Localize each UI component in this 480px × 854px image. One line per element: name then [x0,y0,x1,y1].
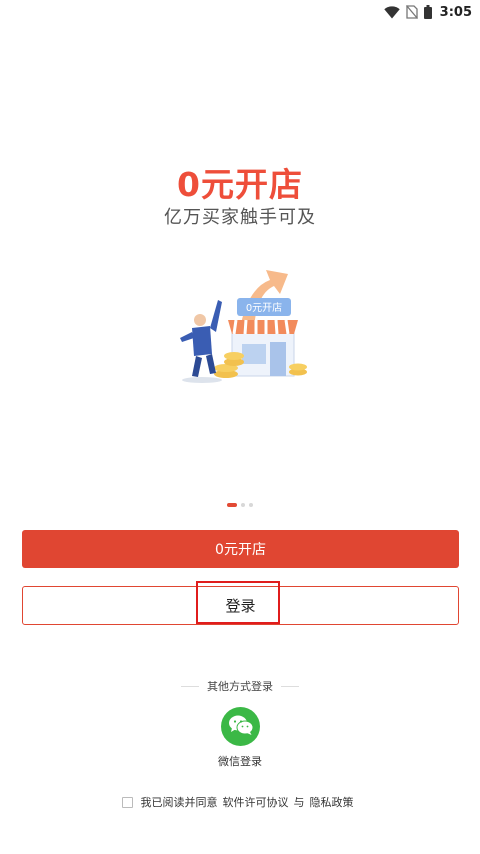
other-login-title: 其他方式登录 [207,680,273,693]
hero-subtitle: 亿万买家触手可及 [164,207,316,228]
agreement-row: 我已阅读并同意 软件许可协议 与 隐私政策 [0,794,480,810]
divider-right [281,685,299,687]
login-button[interactable]: 登录 [22,586,459,625]
store-sign-text: 0元开店 [246,301,282,314]
pager-dot-active[interactable] [227,503,237,507]
wechat-login-label: 微信登录 [218,755,262,768]
login-label: 登录 [225,597,256,615]
other-login-header: 其他方式登录 [0,678,480,694]
license-link[interactable]: 软件许可协议 [223,794,289,810]
status-time: 3:05 [439,4,472,20]
wifi-icon [383,5,400,19]
hero-title: 0元开店 [177,165,303,204]
open-store-label: 0元开店 [215,542,266,558]
divider-left [181,685,199,687]
open-store-button[interactable]: 0元开店 [22,530,459,568]
pager-dot[interactable] [249,503,253,507]
wechat-login-button[interactable] [221,707,260,746]
no-sim-icon [405,5,418,19]
wechat-icon [228,714,254,740]
agreement-checkbox[interactable] [121,796,133,808]
privacy-link[interactable]: 隐私政策 [310,794,354,810]
status-bar: 3:05 [0,0,480,24]
agreement-prefix: 我已阅读并同意 [140,796,218,809]
carousel-pager [0,503,480,507]
store-illustration: 0元开店 [170,258,320,388]
battery-icon [423,5,432,19]
pager-dot[interactable] [241,503,245,507]
agreement-joiner: 与 [293,796,305,809]
